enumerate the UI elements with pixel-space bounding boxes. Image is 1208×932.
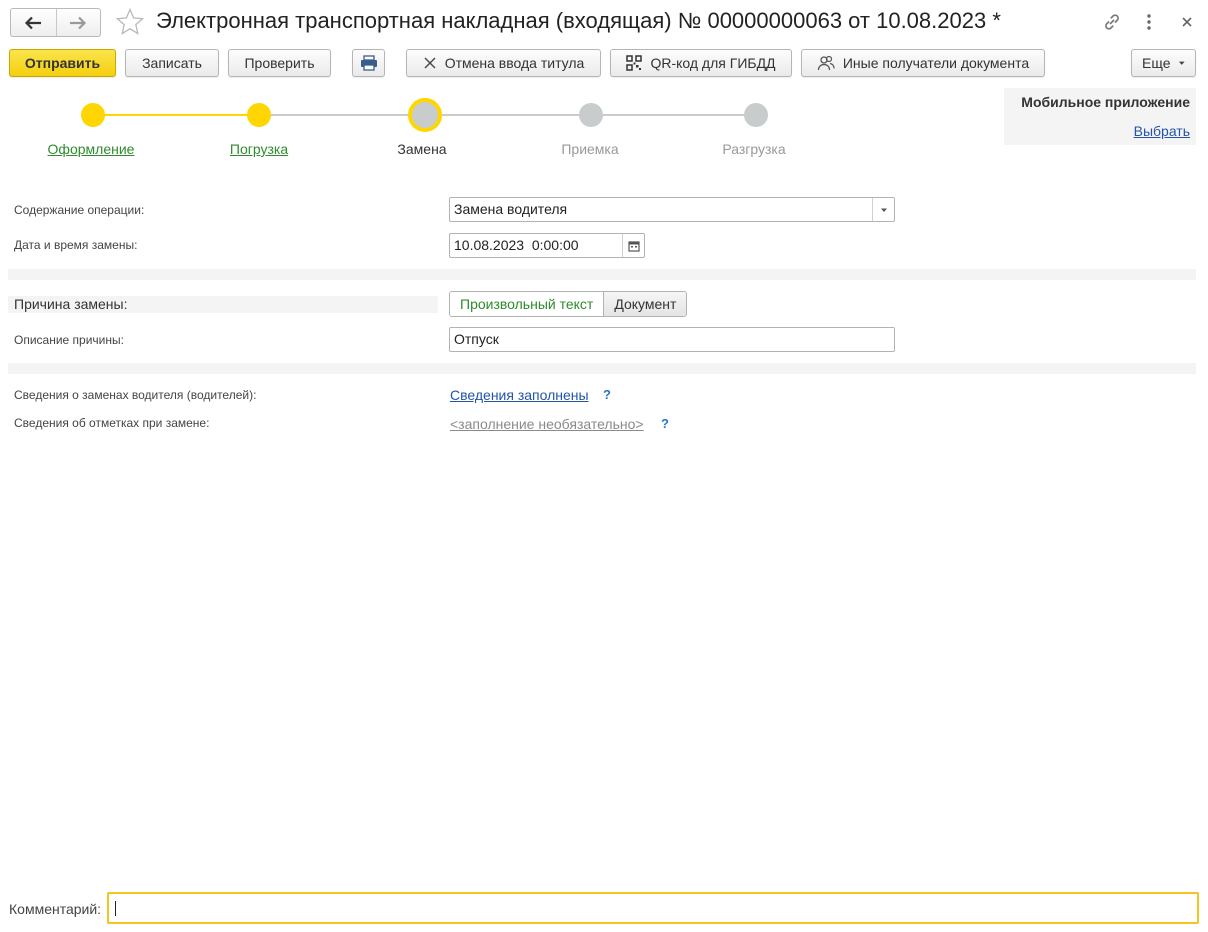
step-label-loading[interactable]: Погрузка bbox=[230, 141, 288, 157]
step-dot-future bbox=[744, 103, 768, 127]
datetime-input[interactable]: 10.08.2023 0:00:00 bbox=[449, 233, 645, 258]
driver-changes-label: Сведения о заменах водителя (водителей): bbox=[14, 388, 257, 402]
step-label-registration[interactable]: Оформление bbox=[48, 141, 135, 157]
driver-changes-link[interactable]: Сведения заполнены bbox=[450, 387, 589, 403]
caret-down-icon bbox=[880, 208, 887, 212]
arrow-right-icon bbox=[70, 16, 87, 29]
step-connector bbox=[259, 114, 425, 116]
close-icon[interactable] bbox=[1178, 11, 1196, 33]
operation-select[interactable]: Замена водителя bbox=[449, 197, 895, 222]
arrow-left-icon bbox=[25, 16, 42, 29]
qr-code-icon bbox=[626, 55, 643, 71]
step-dot-done[interactable] bbox=[81, 103, 105, 127]
datetime-label: Дата и время замены: bbox=[14, 238, 138, 252]
step-dot-done[interactable] bbox=[247, 103, 271, 127]
mobile-app-select-link[interactable]: Выбрать bbox=[1134, 123, 1190, 139]
mobile-app-panel: Мобильное приложение Выбрать bbox=[1004, 88, 1196, 145]
mobile-app-title: Мобильное приложение bbox=[1021, 94, 1190, 110]
caret-down-icon bbox=[1178, 61, 1185, 65]
help-icon[interactable]: ? bbox=[661, 416, 669, 431]
star-icon[interactable] bbox=[115, 7, 145, 37]
reason-section-label: Причина замены: bbox=[8, 296, 438, 313]
operation-label: Содержание операции: bbox=[14, 203, 145, 217]
operation-value: Замена водителя bbox=[454, 201, 568, 217]
more-button[interactable]: Еще bbox=[1131, 49, 1196, 77]
history-nav bbox=[10, 8, 101, 37]
cancel-title-label: Отмена ввода титула bbox=[444, 55, 585, 71]
window-title: Электронная транспортная накладная (вход… bbox=[156, 8, 1001, 33]
reason-description-input[interactable]: Отпуск bbox=[449, 327, 895, 352]
calendar-icon bbox=[627, 240, 640, 252]
marks-label: Сведения об отметках при замене: bbox=[14, 416, 210, 430]
text-caret bbox=[115, 901, 116, 916]
step-dot-current[interactable] bbox=[408, 98, 442, 132]
qr-code-label: QR-код для ГИБДД bbox=[650, 55, 776, 71]
printer-icon bbox=[360, 55, 377, 71]
reason-description-value: Отпуск bbox=[454, 331, 499, 347]
comment-label: Комментарий: bbox=[9, 901, 102, 917]
step-label-replacement: Замена bbox=[397, 141, 447, 157]
reason-description-label: Описание причины: bbox=[14, 333, 124, 347]
calendar-button[interactable] bbox=[622, 234, 644, 257]
section-divider bbox=[8, 363, 1196, 374]
check-button[interactable]: Проверить bbox=[228, 49, 331, 77]
step-dot-future bbox=[579, 103, 603, 127]
comment-input[interactable] bbox=[107, 892, 1199, 924]
save-button[interactable]: Записать bbox=[125, 49, 219, 77]
step-connector bbox=[425, 114, 591, 116]
forward-button[interactable] bbox=[55, 9, 101, 36]
section-divider bbox=[8, 269, 1196, 280]
datetime-value: 10.08.2023 0:00:00 bbox=[454, 237, 579, 253]
free-text-option[interactable]: Произвольный текст bbox=[450, 292, 604, 316]
help-icon[interactable]: ? bbox=[603, 387, 611, 402]
step-connector bbox=[92, 114, 259, 116]
process-stepper: Оформление Погрузка Замена Приемка Разгр… bbox=[0, 94, 860, 164]
print-button[interactable] bbox=[352, 49, 385, 77]
step-label-unloading: Разгрузка bbox=[722, 141, 786, 157]
other-recipients-button[interactable]: Иные получатели документа bbox=[801, 49, 1045, 77]
document-option[interactable]: Документ bbox=[603, 292, 687, 316]
qr-code-button[interactable]: QR-код для ГИБДД bbox=[610, 49, 792, 77]
link-icon[interactable] bbox=[1101, 11, 1123, 33]
vertical-dots-icon[interactable] bbox=[1143, 11, 1155, 33]
marks-link[interactable]: <заполнение необязательно> bbox=[450, 416, 644, 432]
close-icon bbox=[424, 57, 436, 69]
dropdown-button[interactable] bbox=[872, 198, 894, 221]
send-button[interactable]: Отправить bbox=[9, 49, 116, 77]
cancel-title-button[interactable]: Отмена ввода титула bbox=[406, 49, 601, 77]
step-label-acceptance: Приемка bbox=[561, 141, 619, 157]
step-connector bbox=[591, 114, 756, 116]
back-button[interactable] bbox=[11, 9, 56, 36]
users-icon bbox=[817, 55, 835, 71]
other-recipients-label: Иные получатели документа bbox=[842, 55, 1030, 71]
reason-mode-toggle: Произвольный текст Документ bbox=[449, 291, 688, 317]
more-label: Еще bbox=[1142, 55, 1171, 71]
